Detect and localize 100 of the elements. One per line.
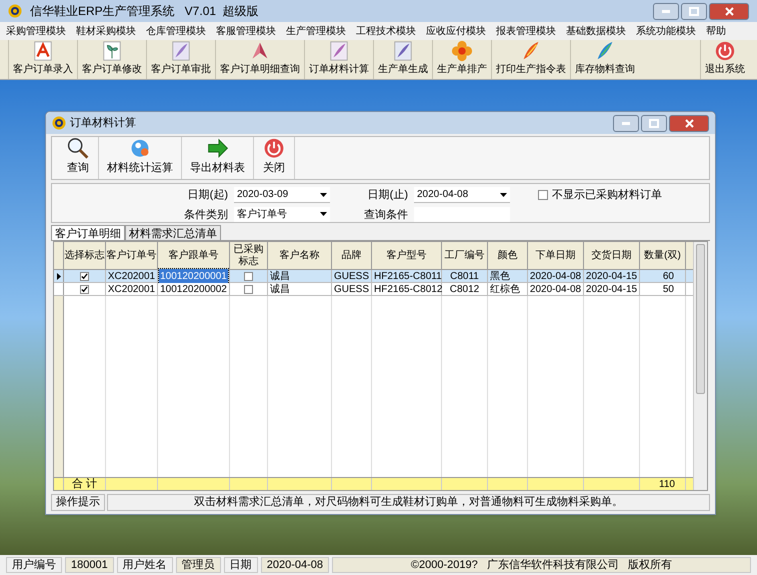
toolbar-button[interactable]: 库存物料查询	[570, 40, 639, 79]
checkbox[interactable]	[80, 272, 89, 280]
table-cell-text: 50	[662, 282, 675, 296]
toolbar-button[interactable]: 客户订单录入	[8, 40, 77, 79]
checkbox[interactable]	[244, 284, 253, 294]
menu-item[interactable]: 报表管理模块	[494, 24, 558, 38]
toolbar-button[interactable]: 查询	[58, 137, 99, 179]
toolbar-button[interactable]: 订单材料计算	[304, 40, 373, 79]
condition-dropdown[interactable]: 客户订单号	[234, 206, 330, 223]
field-label: 查询条件	[364, 208, 409, 222]
app-logo-icon	[8, 4, 22, 18]
table-cell-text: 2020-04-15	[584, 282, 638, 296]
power-icon	[713, 40, 737, 62]
hint-text: 双击材料需求汇总清单，对尺码物料可生成鞋材订购单，对普通物料可生成物料采购单。	[107, 494, 710, 511]
column-header: 客户订单号	[106, 242, 158, 269]
close-icon	[724, 6, 734, 16]
tab[interactable]: 材料需求汇总清单	[125, 225, 221, 240]
minimize-icon	[622, 122, 630, 124]
menu-item[interactable]: 客服管理模块	[214, 24, 278, 38]
toolbar-button[interactable]: 材料统计运算	[99, 137, 182, 179]
table-cell-text: C8012	[448, 282, 480, 296]
status-value: 180001	[65, 557, 114, 573]
status-label: 日期	[224, 557, 258, 573]
minimize-button[interactable]	[613, 114, 639, 132]
hint-label: 操作提示	[51, 494, 105, 511]
window-title: 订单材料计算	[70, 116, 136, 131]
menu-item[interactable]: 基础数据模块	[564, 24, 628, 38]
table-cell-text: 100120200002	[159, 282, 228, 296]
date-dropdown[interactable]: 2020-04-08	[414, 187, 510, 204]
table-cell-text: 黑色	[489, 270, 511, 284]
close-button[interactable]	[669, 114, 709, 132]
field-label: 日期(起)	[186, 188, 229, 203]
table-cell-text: HF2165-C8012	[373, 282, 444, 296]
scrollbar[interactable]	[693, 242, 707, 490]
table-row[interactable]: XC202001 100120200001 诚昌 GUESS HF2165-C8011 C8011 黑色 2020-04-08 2020-04-15 60	[54, 270, 693, 283]
checkbox-label: 不显示已采购材料订单	[552, 188, 662, 203]
toolbar-button[interactable]: 关闭	[254, 137, 295, 179]
toolbar-button[interactable]: 导出材料表	[182, 137, 254, 179]
table-cell-text: 2020-04-08	[528, 282, 582, 296]
toolbar-button[interactable]: 退出系统	[700, 40, 749, 79]
window-title: 信华鞋业ERP生产管理系统 V7.01 超级版	[30, 3, 259, 20]
minimize-button[interactable]	[653, 2, 679, 20]
copyright-text: ©2000-2019? 广东信华软件科技有限公司 版权所有	[332, 557, 751, 573]
toolbar-button[interactable]: 打印生产指令表	[491, 40, 570, 79]
table-cell-text: 诚昌	[269, 270, 291, 284]
close-button[interactable]	[709, 2, 749, 20]
checkbox[interactable]	[80, 284, 89, 294]
menu-item[interactable]: 系统功能模块	[634, 24, 698, 38]
menu-item[interactable]: 生产管理模块	[284, 24, 348, 38]
flower-icon	[450, 40, 474, 62]
close-icon	[684, 118, 694, 128]
checkbox[interactable]	[244, 272, 253, 280]
column-header: 客户名称	[268, 242, 332, 269]
column-header: 选择标志	[64, 242, 106, 269]
table-cell-text: GUESS	[333, 282, 370, 296]
toolbar-button[interactable]: 客户订单修改	[77, 40, 146, 79]
column-header: 已采购标志	[230, 242, 268, 269]
column-header: 客户型号	[372, 242, 442, 269]
menu-item[interactable]: 仓库管理模块	[144, 24, 208, 38]
column-header: 工厂编号	[442, 242, 488, 269]
maximize-button[interactable]	[641, 114, 667, 132]
query-input-field[interactable]	[414, 206, 510, 223]
status-value: 管理员	[176, 557, 221, 573]
total-quantity: 110	[659, 478, 675, 490]
menu-item[interactable]: 帮助	[704, 24, 728, 38]
table-cell-text: 红棕色	[489, 282, 521, 296]
table-cell-text: 60	[662, 270, 675, 284]
menu-item[interactable]: 鞋材采购模块	[74, 24, 138, 38]
checkbox[interactable]	[538, 190, 548, 200]
table-cell-text: 诚昌	[269, 282, 291, 296]
toolbar-button[interactable]: 客户订单审批	[146, 40, 215, 79]
status-value: 2020-04-08	[260, 557, 329, 573]
table-cell-text: GUESS	[333, 270, 370, 284]
minimize-icon	[662, 10, 670, 12]
maximize-button[interactable]	[681, 2, 707, 20]
menu-item[interactable]: 应收应付模块	[424, 24, 488, 38]
column-header: 品牌	[332, 242, 372, 269]
table-row[interactable]: XC202001 100120200002 诚昌 GUESS HF2165-C8012 C8012 红棕色 2020-04-08 2020-04-15 50	[54, 283, 693, 296]
tab[interactable]: 客户订单明细	[51, 225, 125, 240]
toolbar-button[interactable]: 生产单排产	[432, 40, 491, 79]
right-arrow-icon	[206, 137, 230, 160]
toolbar-button[interactable]: 客户订单明细查询	[215, 40, 304, 79]
table-cell-text: 2020-04-08	[528, 270, 582, 284]
date-dropdown[interactable]: 2020-03-09	[234, 187, 330, 204]
window-logo-icon	[52, 116, 66, 130]
table-cell-text: XC202001	[106, 282, 156, 296]
status-label: 用户编号	[6, 557, 62, 573]
menu-item[interactable]: 采购管理模块	[4, 24, 68, 38]
total-label: 合 计	[72, 476, 98, 490]
table-cell-text: C8011	[449, 270, 480, 284]
column-header: 下单日期	[528, 242, 584, 269]
menu-item[interactable]: 工程技术模块	[354, 24, 418, 38]
maximize-icon	[689, 6, 699, 16]
toolbar-button[interactable]: 生产单生成	[373, 40, 432, 79]
table-cell-text: HF2165-C8011	[373, 270, 443, 284]
field-label: 条件类别	[183, 208, 229, 222]
dropdown-arrow-icon	[500, 192, 507, 197]
dropdown-arrow-icon	[320, 192, 327, 197]
table-cell: 100120200001	[159, 268, 228, 284]
row-pointer-icon	[56, 272, 60, 280]
